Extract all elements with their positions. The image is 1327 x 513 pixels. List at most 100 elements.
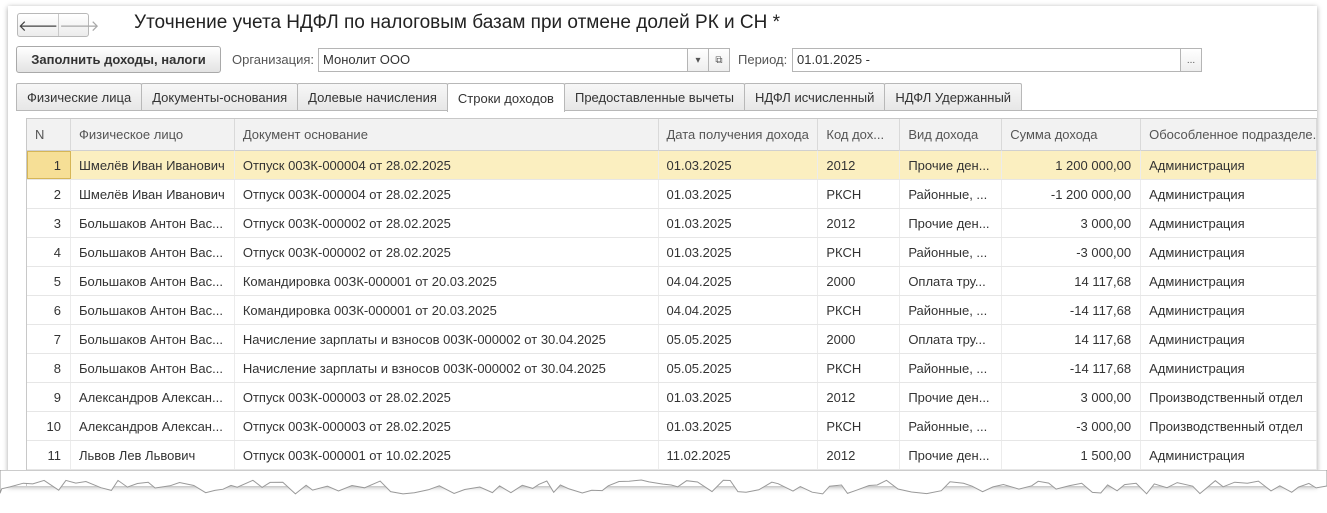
table-row[interactable]: 11 Львов Лев Львович Отпуск 00ЗК-000001 от…: [27, 441, 1317, 470]
cell-n[interactable]: 9: [27, 383, 71, 411]
cell-income-amount[interactable]: -3 000,00: [1002, 238, 1142, 266]
cell-income-type[interactable]: Прочие ден...: [900, 209, 1003, 237]
organization-field[interactable]: Монолит ООО: [318, 48, 688, 72]
cell-income-code[interactable]: 2012: [818, 441, 901, 469]
cell-individual[interactable]: Львов Лев Львович: [71, 441, 235, 469]
forward-button[interactable]: 🡒: [58, 14, 99, 36]
cell-individual[interactable]: Большаков Антон Вас...: [71, 209, 235, 237]
cell-income-type[interactable]: Районные, ...: [900, 354, 1003, 382]
cell-n[interactable]: 11: [27, 441, 71, 469]
cell-individual[interactable]: Большаков Антон Вас...: [71, 238, 235, 266]
organization-dropdown-button[interactable]: ▾: [687, 48, 709, 72]
cell-income-amount[interactable]: 14 117,68: [1002, 267, 1142, 295]
cell-income-date[interactable]: 01.03.2025: [659, 151, 819, 179]
cell-income-date[interactable]: 11.02.2025: [659, 441, 819, 469]
tab-granted-deductions[interactable]: Предоставленные вычеты: [563, 83, 745, 111]
organization-open-button[interactable]: ⧉: [708, 48, 730, 72]
cell-subdivision[interactable]: Администрация: [1141, 354, 1317, 382]
table-row[interactable]: 1 Шмелёв Иван Иванович Отпуск 00ЗК-000004 …: [27, 151, 1317, 180]
cell-basis-document[interactable]: Начисление зарплаты и взносов 00ЗК-00000…: [235, 325, 659, 353]
cell-basis-document[interactable]: Начисление зарплаты и взносов 00ЗК-00000…: [235, 354, 659, 382]
cell-individual[interactable]: Шмелёв Иван Иванович: [71, 151, 235, 179]
cell-income-type[interactable]: Прочие ден...: [900, 441, 1003, 469]
cell-income-date[interactable]: 01.03.2025: [659, 180, 819, 208]
cell-basis-document[interactable]: Отпуск 00ЗК-000002 от 28.02.2025: [235, 209, 659, 237]
cell-income-date[interactable]: 05.05.2025: [659, 325, 819, 353]
cell-basis-document[interactable]: Отпуск 00ЗК-000002 от 28.02.2025: [235, 238, 659, 266]
cell-income-date[interactable]: 01.03.2025: [659, 412, 819, 440]
cell-income-type[interactable]: Районные, ...: [900, 180, 1003, 208]
income-lines-table[interactable]: N Физическое лицо Документ основание Дат…: [26, 118, 1317, 486]
cell-income-type[interactable]: Прочие ден...: [900, 383, 1003, 411]
cell-income-code[interactable]: 2012: [818, 209, 901, 237]
cell-income-amount[interactable]: -14 117,68: [1002, 354, 1142, 382]
cell-basis-document[interactable]: Отпуск 00ЗК-000003 от 28.02.2025: [235, 412, 659, 440]
table-row[interactable]: 4 Большаков Антон Вас... Отпуск 00ЗК-00000…: [27, 238, 1317, 267]
column-header-income-amount[interactable]: Сумма дохода: [1002, 119, 1142, 151]
cell-income-type[interactable]: Районные, ...: [900, 238, 1003, 266]
table-row[interactable]: 7 Большаков Антон Вас... Начисление зарпла…: [27, 325, 1317, 354]
cell-n[interactable]: 1: [27, 151, 71, 179]
cell-individual[interactable]: Большаков Антон Вас...: [71, 354, 235, 382]
cell-individual[interactable]: Большаков Антон Вас...: [71, 325, 235, 353]
cell-income-amount[interactable]: 1 500,00: [1002, 441, 1142, 469]
period-choose-button[interactable]: ...: [1180, 48, 1202, 72]
cell-income-amount[interactable]: 14 117,68: [1002, 325, 1142, 353]
cell-n[interactable]: 5: [27, 267, 71, 295]
cell-subdivision[interactable]: Администрация: [1141, 209, 1317, 237]
cell-income-amount[interactable]: -1 200 000,00: [1002, 180, 1142, 208]
cell-income-date[interactable]: 05.05.2025: [659, 354, 819, 382]
table-row[interactable]: 2 Шмелёв Иван Иванович Отпуск 00ЗК-000004 …: [27, 180, 1317, 209]
cell-income-code[interactable]: РКСН: [818, 412, 901, 440]
tab-basis-documents[interactable]: Документы-основания: [141, 83, 299, 111]
cell-income-date[interactable]: 01.03.2025: [659, 383, 819, 411]
cell-subdivision[interactable]: Администрация: [1141, 325, 1317, 353]
cell-income-code[interactable]: 2012: [818, 151, 901, 179]
column-header-income-code[interactable]: Код дох...: [818, 119, 901, 151]
tab-individuals[interactable]: Физические лица: [16, 83, 143, 111]
cell-subdivision[interactable]: Администрация: [1141, 296, 1317, 324]
cell-basis-document[interactable]: Отпуск 00ЗК-000004 от 28.02.2025: [235, 180, 659, 208]
column-header-income-type[interactable]: Вид дохода: [900, 119, 1003, 151]
column-header-subdivision[interactable]: Обособленное подразделе...: [1141, 119, 1317, 151]
cell-n[interactable]: 4: [27, 238, 71, 266]
cell-n[interactable]: 2: [27, 180, 71, 208]
cell-income-code[interactable]: 2000: [818, 267, 901, 295]
table-row[interactable]: 3 Большаков Антон Вас... Отпуск 00ЗК-00000…: [27, 209, 1317, 238]
cell-basis-document[interactable]: Отпуск 00ЗК-000003 от 28.02.2025: [235, 383, 659, 411]
cell-income-type[interactable]: Районные, ...: [900, 412, 1003, 440]
cell-income-code[interactable]: 2012: [818, 383, 901, 411]
table-row[interactable]: 9 Александров Алексан... Отпуск 00ЗК-00000…: [27, 383, 1317, 412]
cell-individual[interactable]: Большаков Антон Вас...: [71, 267, 235, 295]
cell-income-amount[interactable]: 3 000,00: [1002, 383, 1142, 411]
period-field[interactable]: 01.01.2025 -: [792, 48, 1181, 72]
tab-income-lines[interactable]: Строки доходов: [446, 83, 565, 112]
tab-share-accruals[interactable]: Долевые начисления: [297, 83, 448, 111]
cell-n[interactable]: 3: [27, 209, 71, 237]
table-row[interactable]: 5 Большаков Антон Вас... Командировка 00ЗК…: [27, 267, 1317, 296]
cell-n[interactable]: 8: [27, 354, 71, 382]
cell-basis-document[interactable]: Командировка 00ЗК-000001 от 20.03.2025: [235, 267, 659, 295]
cell-income-code[interactable]: РКСН: [818, 180, 901, 208]
cell-subdivision[interactable]: Администрация: [1141, 267, 1317, 295]
cell-basis-document[interactable]: Командировка 00ЗК-000001 от 20.03.2025: [235, 296, 659, 324]
fill-income-taxes-button[interactable]: Заполнить доходы, налоги: [16, 46, 221, 73]
cell-subdivision[interactable]: Администрация: [1141, 441, 1317, 469]
cell-subdivision[interactable]: Производственный отдел: [1141, 383, 1317, 411]
cell-income-type[interactable]: Районные, ...: [900, 296, 1003, 324]
cell-n[interactable]: 10: [27, 412, 71, 440]
cell-income-type[interactable]: Оплата тру...: [900, 267, 1003, 295]
back-button[interactable]: 🡐: [18, 14, 58, 36]
cell-income-type[interactable]: Прочие ден...: [900, 151, 1003, 179]
cell-income-amount[interactable]: 3 000,00: [1002, 209, 1142, 237]
cell-income-amount[interactable]: 1 200 000,00: [1002, 151, 1142, 179]
cell-individual[interactable]: Александров Алексан...: [71, 383, 235, 411]
cell-income-date[interactable]: 04.04.2025: [659, 267, 819, 295]
cell-subdivision[interactable]: Администрация: [1141, 180, 1317, 208]
cell-n[interactable]: 7: [27, 325, 71, 353]
cell-individual[interactable]: Александров Алексан...: [71, 412, 235, 440]
cell-n[interactable]: 6: [27, 296, 71, 324]
cell-income-code[interactable]: 2000: [818, 325, 901, 353]
cell-subdivision[interactable]: Производственный отдел: [1141, 412, 1317, 440]
cell-basis-document[interactable]: Отпуск 00ЗК-000001 от 10.02.2025: [235, 441, 659, 469]
